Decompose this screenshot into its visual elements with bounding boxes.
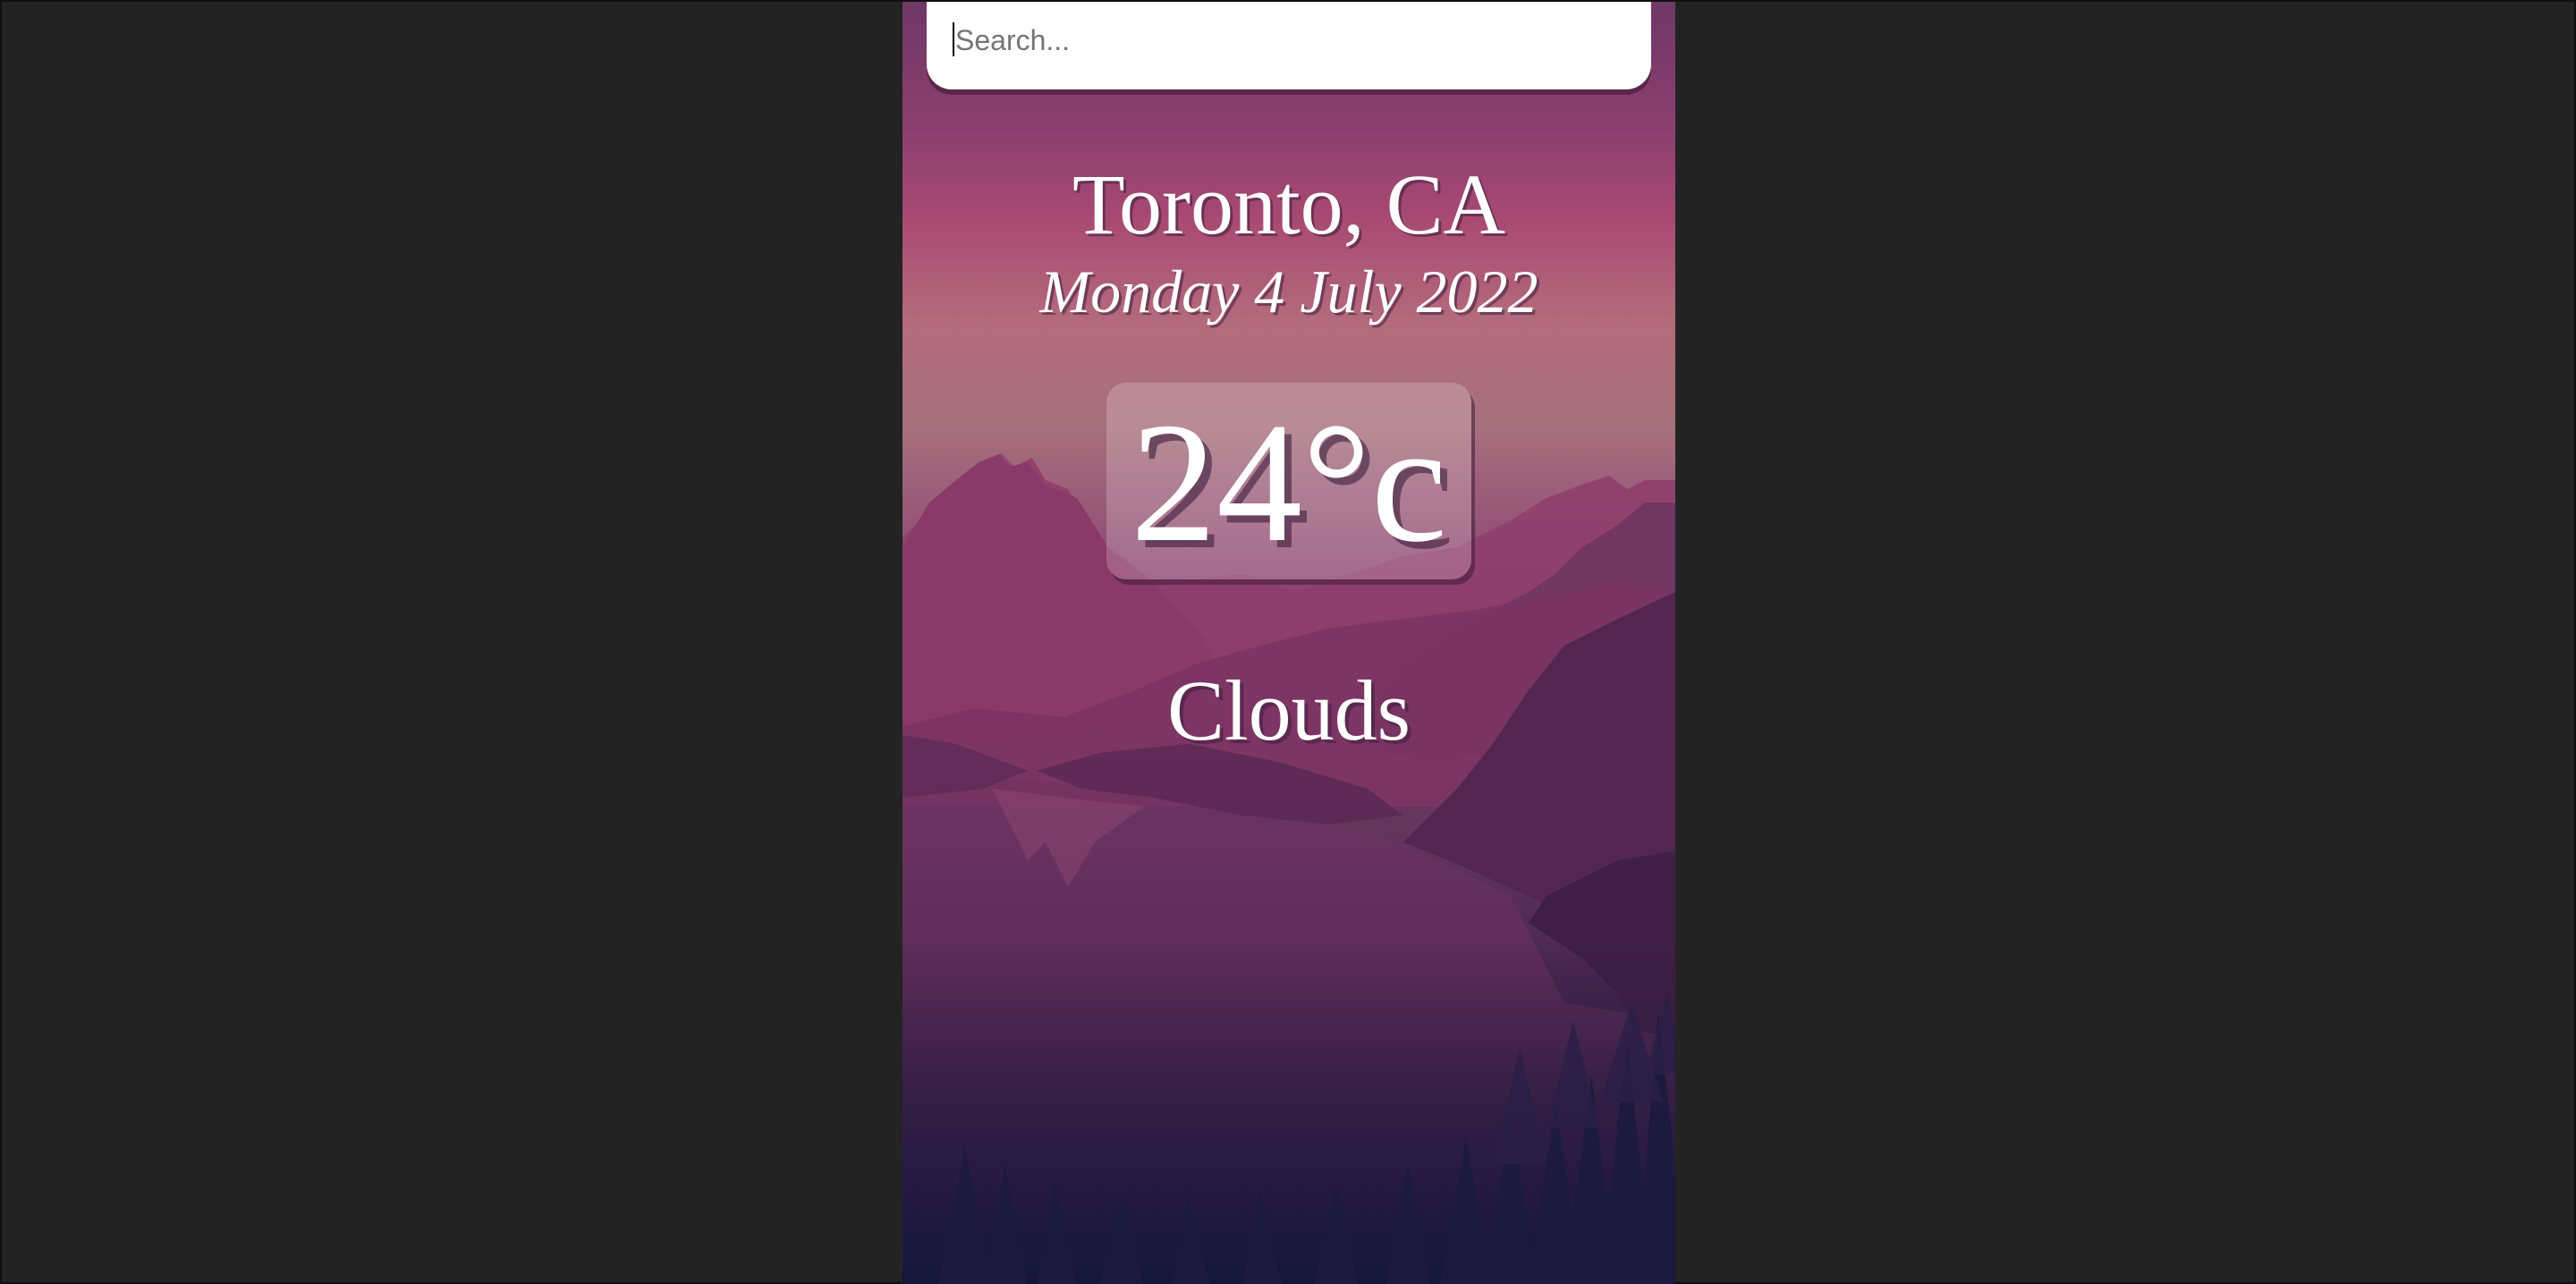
text-cursor [953, 22, 954, 56]
location-title: Toronto, CA [1072, 156, 1505, 252]
current-date: Monday 4 July 2022 [1039, 258, 1538, 325]
temperature-card: 24°c [1106, 383, 1471, 579]
weather-condition: Clouds [1166, 663, 1411, 758]
search-bar [927, 2, 1651, 89]
weather-app: Toronto, CA Monday 4 July 2022 24°c Clou… [902, 2, 1675, 1284]
temperature-value: 24°c [1131, 387, 1447, 578]
search-input[interactable] [953, 2, 1628, 79]
